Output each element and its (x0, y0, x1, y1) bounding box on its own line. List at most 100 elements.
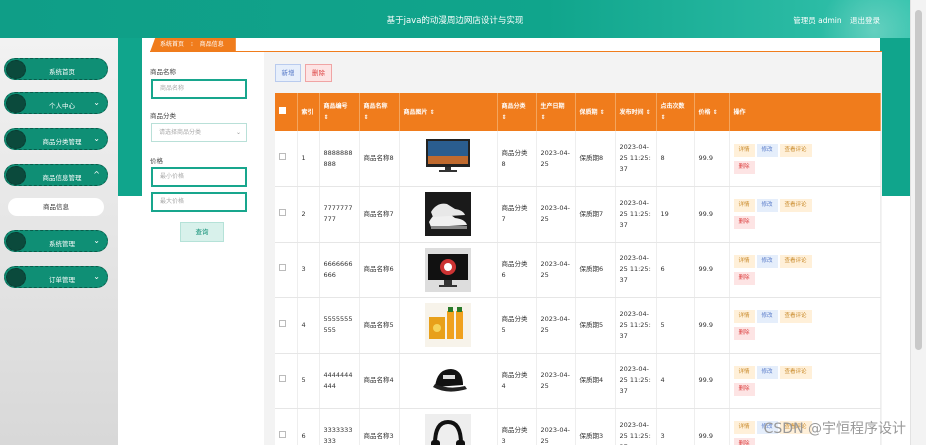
edit-button[interactable]: 修改 (756, 365, 778, 379)
delete-button[interactable]: 删除 (305, 64, 332, 82)
row-checkbox[interactable] (279, 264, 286, 272)
product-table: 索引 商品编号 ⇕ 商品名称 ⇕ 商品图片 ⇕ 商品分类 ⇕ 生产日期 ⇕ 保质… (275, 93, 881, 445)
menu-icon (6, 232, 26, 251)
row-checkbox[interactable] (279, 208, 286, 216)
chevron-down-icon: ⌄ (93, 98, 100, 107)
row-delete-button[interactable]: 删除 (733, 160, 755, 174)
cell-index: 3 (297, 242, 320, 298)
sidebar-item-orders[interactable]: 订单管理 ⌄ (4, 266, 108, 288)
min-price-input[interactable]: 最小价格 (151, 167, 247, 187)
select-all-cell[interactable] (275, 93, 298, 131)
row-select-cell[interactable] (275, 297, 298, 354)
sidebar-item-profile[interactable]: 个人中心 ⌄ (4, 92, 108, 114)
row-checkbox[interactable] (279, 375, 286, 383)
row-select-cell[interactable] (275, 408, 298, 445)
cell-publish-time: 2023-04-25 11:25:37 (615, 408, 657, 445)
table-row[interactable]: 2 7777777777 商品名称7 商品分类7 2023-04-25 保质期7 2023-… (275, 186, 881, 243)
table-row[interactable]: 1 8888888888 商品名称8 商品分类8 2023-04-25 保质期8 2023-… (275, 131, 881, 187)
sidebar-item-products[interactable]: 商品信息管理 ^ (4, 164, 108, 186)
detail-button[interactable]: 详情 (733, 310, 755, 324)
max-price-input[interactable]: 最大价格 (151, 192, 247, 212)
cell-image (399, 131, 498, 187)
cell-index: 4 (297, 297, 320, 354)
query-button[interactable]: 查询 (180, 222, 224, 242)
col-date[interactable]: 生产日期 ⇕ (536, 93, 576, 131)
row-checkbox[interactable] (279, 153, 286, 160)
view-reviews-button[interactable]: 查看评论 (779, 254, 812, 268)
col-price[interactable]: 价格 ⇕ (694, 93, 730, 131)
cell-actions: 详情 修改 查看评论删除 (729, 353, 881, 409)
menu-icon (6, 166, 26, 185)
row-delete-button[interactable]: 删除 (733, 438, 755, 445)
col-category[interactable]: 商品分类 ⇕ (497, 93, 537, 131)
cell-actions: 详情 修改 查看评论删除 (729, 131, 881, 187)
cap-icon (425, 358, 471, 403)
breadcrumb-home[interactable]: 系统首页 (160, 41, 184, 48)
cell-date: 2023-04-25 (536, 186, 576, 243)
cell-date: 2023-04-25 (536, 131, 576, 187)
cell-index: 5 (297, 353, 320, 409)
sidebar-item-home[interactable]: 系统首页 (4, 58, 108, 80)
add-button[interactable]: 新增 (275, 64, 301, 82)
detail-button[interactable]: 详情 (733, 365, 755, 379)
col-image[interactable]: 商品图片 ⇕ (399, 93, 498, 131)
row-checkbox[interactable] (279, 319, 286, 327)
col-publish-time[interactable]: 发布时间 ⇕ (615, 93, 657, 131)
edit-button[interactable]: 修改 (756, 310, 778, 324)
edit-button[interactable]: 修改 (756, 254, 778, 268)
cell-name: 商品名称4 (359, 353, 400, 409)
sidebar-item-system[interactable]: 系统管理 ⌄ (4, 230, 108, 252)
table-row[interactable]: 3 6666666666 商品名称6 商品分类6 2023-04-25 保质期6 2023-… (275, 242, 881, 298)
row-select-cell[interactable] (275, 242, 298, 298)
menu-icon (6, 94, 26, 113)
view-reviews-button[interactable]: 查看评论 (779, 310, 812, 324)
category-select[interactable]: 请选择商品分类 ⌄ (151, 123, 247, 142)
col-clicks[interactable]: 点击次数 ⇕ (656, 93, 695, 131)
scrollbar-thumb[interactable] (915, 10, 922, 350)
col-name[interactable]: 商品名称 ⇕ (359, 93, 400, 131)
row-checkbox[interactable] (279, 430, 286, 438)
view-reviews-button[interactable]: 查看评论 (779, 199, 812, 213)
cell-index: 2 (297, 186, 320, 243)
cell-price: 99.9 (694, 353, 730, 409)
edit-button[interactable]: 修改 (756, 143, 778, 157)
cell-clicks: 5 (656, 297, 695, 354)
menu-icon (6, 268, 26, 287)
col-shelf-life[interactable]: 保质期 ⇕ (575, 93, 616, 131)
breadcrumb: 系统首页 ⁝ 商品信息 (142, 38, 882, 52)
row-select-cell[interactable] (275, 131, 298, 187)
view-reviews-button[interactable]: 查看评论 (779, 143, 812, 157)
logout-link[interactable]: 退出登录 (850, 16, 880, 25)
product-name-input[interactable]: 商品名称 (151, 79, 247, 99)
page-scrollbar[interactable] (910, 0, 926, 445)
row-select-cell[interactable] (275, 186, 298, 243)
cell-index: 1 (297, 131, 320, 187)
select-all-checkbox[interactable] (279, 106, 286, 114)
row-delete-button[interactable]: 删除 (733, 327, 755, 341)
detail-button[interactable]: 详情 (733, 199, 755, 213)
cell-shelf-life: 保质期3 (575, 408, 616, 445)
row-select-cell[interactable] (275, 353, 298, 409)
cell-category: 商品分类7 (497, 186, 537, 243)
detail-button[interactable]: 详情 (733, 421, 755, 435)
cell-shelf-life: 保质期7 (575, 186, 616, 243)
juice-icon (425, 303, 471, 348)
sidebar-subitem-product-info[interactable]: 商品信息 (8, 198, 104, 216)
table-row[interactable]: 4 5555555555 商品名称5 商品分类5 2023-04-25 保质期5 2023-… (275, 297, 881, 354)
cell-publish-time: 2023-04-25 11:25:37 (615, 353, 657, 409)
chevron-down-icon: ⌄ (93, 272, 100, 281)
headphones-icon (425, 414, 471, 445)
edit-button[interactable]: 修改 (756, 199, 778, 213)
row-delete-button[interactable]: 删除 (733, 216, 755, 230)
col-code[interactable]: 商品编号 ⇕ (319, 93, 360, 131)
row-delete-button[interactable]: 删除 (733, 382, 755, 396)
detail-button[interactable]: 详情 (733, 143, 755, 157)
view-reviews-button[interactable]: 查看评论 (779, 365, 812, 379)
row-delete-button[interactable]: 删除 (733, 271, 755, 285)
table-row[interactable]: 5 4444444444 商品名称4 商品分类4 2023-04-25 保质期4 2023-… (275, 353, 881, 409)
sidebar-item-label: 系统首页 (49, 68, 75, 76)
sidebar-item-category[interactable]: 商品分类管理 ⌄ (4, 128, 108, 150)
category-label: 商品分类 (150, 112, 176, 120)
cell-image (399, 186, 498, 243)
detail-button[interactable]: 详情 (733, 254, 755, 268)
